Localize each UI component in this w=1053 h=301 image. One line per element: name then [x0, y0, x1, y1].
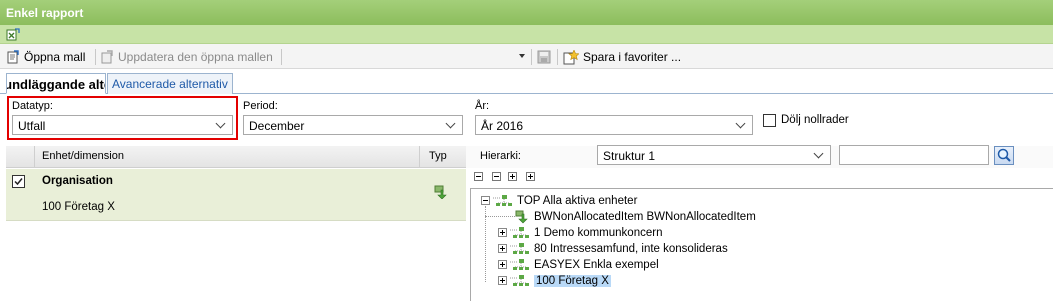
org-structure-icon — [510, 275, 529, 286]
grid-header: Enhet/dimension Typ — [6, 146, 466, 168]
tree-node-label: TOP Alla aktiva enheter — [517, 194, 638, 207]
open-template-label: Öppna mall — [24, 50, 86, 64]
expand-all-icon[interactable] — [526, 172, 535, 181]
update-template-icon — [101, 50, 113, 64]
open-template-button[interactable]: Öppna mall — [6, 48, 85, 66]
expand-level-icon[interactable] — [508, 172, 517, 181]
hierarchy-select[interactable]: Struktur 1 — [597, 145, 831, 165]
tree-connector — [485, 206, 486, 282]
dropdown-arrow-icon — [519, 54, 525, 58]
tree-node-bwnonallocated[interactable]: BWNonAllocatedItem BWNonAllocatedItem — [515, 209, 756, 224]
save-favorites-label: Spara i favoriter ... — [583, 50, 682, 64]
tree-node-label: 1 Demo kommunkoncern — [534, 226, 663, 239]
tree-node-label: 80 Intressesamfund, inte konsolideras — [534, 242, 728, 255]
update-template-label: Uppdatera den öppna mallen — [118, 50, 273, 64]
save-disk-icon — [537, 50, 551, 64]
year-value: År 2016 — [481, 119, 524, 133]
period-select[interactable]: December — [243, 115, 463, 135]
toolbar-divider — [531, 49, 532, 65]
hide-zero-rows-checkbox[interactable] — [763, 114, 776, 127]
period-label: Period: — [243, 100, 278, 112]
toolbar-divider — [95, 49, 96, 65]
org-structure-icon — [510, 243, 529, 254]
tree-node-foretag-x[interactable]: 100 Företag X — [498, 273, 611, 288]
row-value: 100 Företag X — [42, 201, 115, 213]
datatype-label: Datatyp: — [12, 100, 53, 112]
expand-node-icon[interactable] — [498, 228, 507, 237]
row-checkbox[interactable] — [12, 175, 25, 188]
column-header-type[interactable]: Typ — [429, 150, 447, 162]
row-title: Organisation — [42, 175, 113, 187]
org-structure-icon — [493, 195, 512, 206]
tab-basic-options[interactable]: Grundläggande alternativ — [6, 73, 106, 94]
favorites-star-icon — [563, 49, 579, 64]
tree-node-label: BWNonAllocatedItem BWNonAllocatedItem — [534, 210, 756, 223]
hierarchy-value: Struktur 1 — [603, 149, 656, 163]
collapse-level-icon[interactable] — [492, 172, 501, 181]
export-excel-icon[interactable] — [6, 28, 20, 41]
year-select[interactable]: År 2016 — [475, 115, 753, 135]
hierarchy-search-input[interactable] — [839, 145, 989, 165]
chevron-down-icon — [735, 118, 746, 129]
toolbar: Öppna mall Uppdatera den öppna mallen Sp… — [0, 44, 1053, 69]
hierarchy-label: Hierarki: — [480, 150, 521, 162]
year-label: År: — [475, 100, 490, 112]
tab-strip: Grundläggande alternativ Avancerade alte… — [0, 69, 1053, 94]
save-button[interactable] — [537, 48, 551, 66]
hierarchy-search-button[interactable] — [994, 146, 1014, 165]
chevron-down-icon — [215, 118, 226, 129]
column-divider — [419, 146, 420, 168]
hierarchy-tree: TOP Alla aktiva enheter BWNonAllocatedIt… — [470, 188, 1053, 301]
org-structure-icon — [510, 259, 529, 270]
period-value: December — [249, 119, 305, 133]
expand-node-icon[interactable] — [498, 244, 507, 253]
template-select[interactable] — [287, 48, 527, 66]
tree-connector — [485, 216, 515, 217]
expand-node-icon[interactable] — [498, 276, 507, 285]
tab-advanced-options[interactable]: Avancerade alternativ — [107, 73, 233, 94]
tree-node-label: 100 Företag X — [534, 274, 611, 287]
open-template-icon — [7, 50, 19, 64]
tree-node-label: EASYEX Enkla exempel — [534, 258, 659, 271]
hide-zero-rows-label: Dölj nollrader — [781, 114, 849, 126]
chevron-down-icon — [813, 148, 824, 159]
sub-toolbar — [0, 25, 1053, 44]
table-row[interactable]: Organisation 100 Företag X — [6, 169, 466, 221]
toolbar-divider — [281, 49, 282, 65]
update-template-button[interactable]: Uppdatera den öppna mallen — [100, 48, 273, 66]
window-title: Enkel rapport — [0, 0, 1053, 25]
toolbar-divider — [557, 49, 558, 65]
search-icon — [997, 148, 1011, 162]
expand-node-icon[interactable] — [498, 260, 507, 269]
tree-node-easyex[interactable]: EASYEX Enkla exempel — [498, 257, 659, 272]
tree-node-top[interactable]: TOP Alla aktiva enheter — [481, 193, 637, 208]
tree-node-intressesamfund[interactable]: 80 Intressesamfund, inte konsolideras — [498, 241, 728, 256]
tab-basic-options-label: Grundläggande alternativ — [7, 77, 105, 92]
tree-node-demo-kommunkoncern[interactable]: 1 Demo kommunkoncern — [498, 225, 662, 240]
column-divider — [34, 146, 35, 168]
org-structure-icon — [510, 227, 529, 238]
datatype-value: Utfall — [18, 119, 46, 133]
save-favorites-button[interactable]: Spara i favoriter ... — [563, 48, 681, 66]
datatype-select[interactable]: Utfall — [12, 115, 233, 135]
collapse-all-icon[interactable] — [474, 172, 483, 181]
chevron-down-icon — [445, 118, 456, 129]
checkmark-icon — [14, 178, 23, 186]
entity-type-icon — [434, 185, 447, 199]
collapse-node-icon[interactable] — [481, 196, 490, 205]
entity-type-icon — [515, 210, 528, 223]
column-header-entity[interactable]: Enhet/dimension — [42, 150, 124, 162]
